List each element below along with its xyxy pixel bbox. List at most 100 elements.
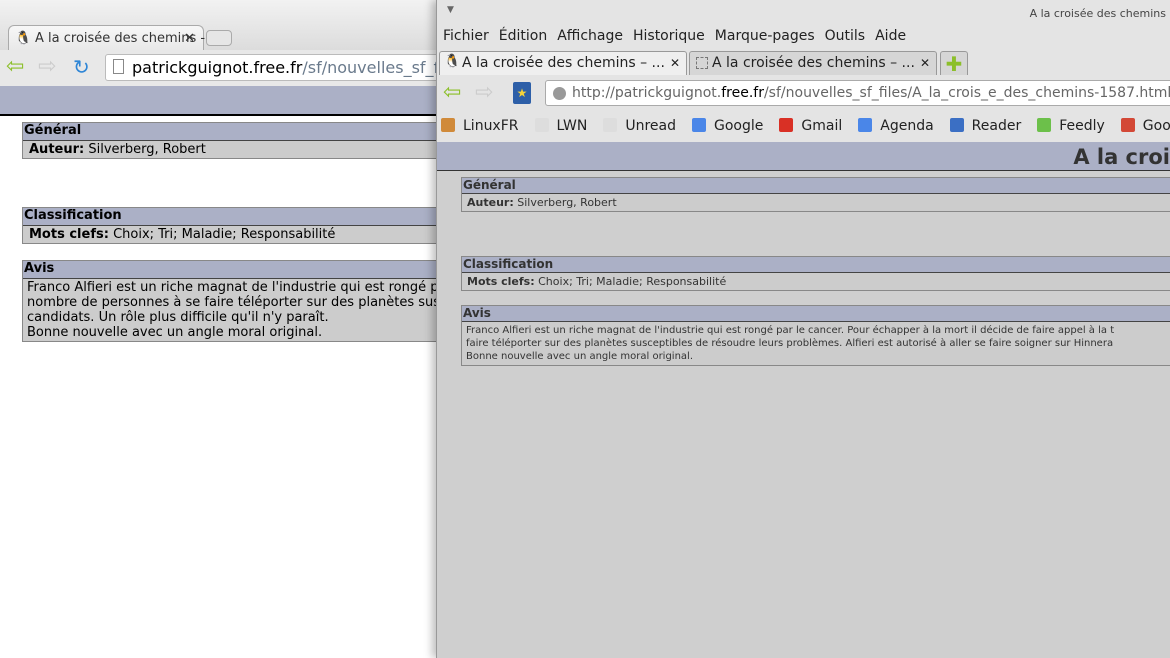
author-value: Silverberg, Robert xyxy=(517,196,617,209)
bookmark-reader[interactable]: Reader xyxy=(949,118,1030,134)
menu-outils[interactable]: Outils xyxy=(825,28,865,44)
bookmark-label: LinuxFR xyxy=(463,118,519,134)
menu-marque-pages[interactable]: Marque-pages xyxy=(715,28,815,44)
menu-affichage[interactable]: Affichage xyxy=(557,28,623,44)
bookmark-linuxfr[interactable]: LinuxFR xyxy=(441,118,527,134)
back-icon[interactable]: ⇦ xyxy=(443,80,461,105)
tux-favicon-icon: 🐧 xyxy=(444,54,461,69)
url-prefix: http://patrickguignot. xyxy=(572,85,722,101)
avis-line: Franco Alfieri est un riche magnat de l'… xyxy=(466,325,1115,336)
bookmark-favicon-icon xyxy=(1037,118,1052,132)
bookmark-favicon-icon xyxy=(534,118,549,132)
window-title: A la croisée des chemins xyxy=(1029,7,1166,20)
menu-historique[interactable]: Historique xyxy=(633,28,705,44)
bookmark-unread[interactable]: Unread xyxy=(603,118,684,134)
menu-aide[interactable]: Aide xyxy=(875,28,906,44)
avis-line: faire téléporter sur des planètes suscep… xyxy=(466,338,1114,349)
close-tab-icon[interactable]: ✕ xyxy=(920,56,930,70)
section-general: Général Auteur: Silverberg, Robert xyxy=(22,122,440,159)
bookmark-label: Google xyxy=(714,118,764,134)
author-value: Silverberg, Robert xyxy=(88,142,206,157)
bookmark-favicon-icon xyxy=(858,118,873,132)
bookmarks-bar: LinuxFR LWN Unread Google Gmail Agenda Reader F… xyxy=(441,118,1170,134)
avis-line: Bonne nouvelle avec un angle moral origi… xyxy=(466,351,694,362)
menu-bar: Fichier Édition Affichage Historique Marque-… xyxy=(443,28,916,44)
bookmark-favicon-icon xyxy=(779,118,794,132)
bookmark-label: LWN xyxy=(556,118,588,134)
url-host: patrickguignot.free.fr xyxy=(132,58,303,77)
page-icon xyxy=(113,59,124,74)
menu-fichier[interactable]: Fichier xyxy=(443,28,489,44)
bookmark-label: Google+ xyxy=(1142,118,1170,134)
close-tab-icon[interactable]: ✕ xyxy=(670,56,680,70)
bookmark-google-[interactable]: Google+ xyxy=(1120,118,1170,134)
bookmark-favicon-icon xyxy=(441,118,455,132)
section-title: Général xyxy=(23,123,440,141)
section-title: Avis xyxy=(462,306,1170,322)
keywords-value: Choix; Tri; Maladie; Responsabilité xyxy=(113,227,336,242)
address-bar[interactable]: patrickguignot.free.fr/sf/nouvelles_sf_f… xyxy=(105,54,440,81)
tab-active[interactable]: 🐧 A la croisée des chemins - ✕ xyxy=(8,25,206,51)
keywords-label: Mots clefs: xyxy=(467,275,535,288)
chrome-window: 🐧 A la croisée des chemins - ✕ ⇦ ⇨ ↻ pat… xyxy=(0,0,440,658)
forward-icon[interactable]: ⇨ xyxy=(38,54,56,79)
bookmark-label: Agenda xyxy=(880,118,934,134)
keywords-label: Mots clefs: xyxy=(29,227,109,242)
author-label: Auteur: xyxy=(467,196,514,209)
author-label: Auteur: xyxy=(29,142,85,157)
section-avis: Avis Franco Alfieri est un riche magnat … xyxy=(461,305,1170,366)
reload-icon[interactable]: ↻ xyxy=(73,55,90,79)
url-host: free.fr xyxy=(721,85,764,101)
section-title: Avis xyxy=(23,261,440,279)
keywords-value: Choix; Tri; Maladie; Responsabilité xyxy=(538,275,727,288)
page-heading: A la croi xyxy=(1073,145,1170,169)
tab-title: A la croisée des chemins – ... xyxy=(462,55,665,71)
url-path: /sf/nouvelles_sf_files/A_l xyxy=(302,58,440,77)
address-bar[interactable]: http://patrickguignot.free.fr/sf/nouvell… xyxy=(545,80,1170,106)
bookmark-google[interactable]: Google xyxy=(692,118,771,134)
section-general: Général Auteur: Silverberg, Robert xyxy=(461,177,1170,212)
page-header-band xyxy=(0,86,440,116)
avis-line: Bonne nouvelle avec un angle moral origi… xyxy=(27,325,323,340)
avis-line: candidats. Un rôle plus difficile qu'il … xyxy=(27,310,329,325)
bookmark-label: Feedly xyxy=(1059,118,1105,134)
bookmark-lwn[interactable]: LWN xyxy=(534,118,596,134)
menu-edition[interactable]: Édition xyxy=(499,28,547,44)
bookmark-feedly[interactable]: Feedly xyxy=(1037,118,1113,134)
bookmark-label: Gmail xyxy=(801,118,843,134)
globe-icon xyxy=(553,87,566,100)
bookmark-gmail[interactable]: Gmail xyxy=(779,118,850,134)
tux-favicon-icon: 🐧 xyxy=(15,31,32,46)
bookmark-favicon-icon xyxy=(949,118,964,132)
plus-icon: ✚ xyxy=(945,52,963,76)
tab-active[interactable]: 🐧 A la croisée des chemins – ... ✕ xyxy=(439,51,687,75)
avis-line: nombre de personnes à se faire téléporte… xyxy=(27,295,440,310)
bookmark-label: Reader xyxy=(971,118,1022,134)
tab-title: A la croisée des chemins - xyxy=(35,31,206,46)
section-classification: Classification Mots clefs: Choix; Tri; M… xyxy=(22,207,440,244)
close-tab-icon[interactable]: ✕ xyxy=(184,31,195,46)
bookmark-label: Unread xyxy=(625,118,677,134)
avis-line: Franco Alfieri est un riche magnat de l'… xyxy=(27,280,440,295)
forward-icon[interactable]: ⇨ xyxy=(475,80,493,105)
bookmarks-icon[interactable]: ★ xyxy=(513,82,531,104)
tab-inactive[interactable]: A la croisée des chemins – ... ✕ xyxy=(689,51,937,75)
section-avis: Avis Franco Alfieri est un riche magnat … xyxy=(22,260,440,342)
section-title: Classification xyxy=(23,208,440,226)
bookmark-agenda[interactable]: Agenda xyxy=(858,118,941,134)
bookmark-favicon-icon xyxy=(1120,118,1135,132)
blank-favicon-icon xyxy=(696,57,708,69)
new-tab-button[interactable]: ✚ xyxy=(940,51,968,76)
window-menu-icon[interactable]: ▼ xyxy=(447,5,454,15)
page-header-band xyxy=(437,142,1170,171)
new-tab-button[interactable] xyxy=(206,30,232,46)
url-path: /sf/nouvelles_sf_files/A_la_crois_e_des_… xyxy=(763,85,1170,101)
back-icon[interactable]: ⇦ xyxy=(6,54,24,79)
firefox-window: ▼ A la croisée des chemins Fichier Éditio… xyxy=(436,0,1170,658)
tab-title: A la croisée des chemins – ... xyxy=(712,55,915,71)
section-title: Général xyxy=(462,178,1170,194)
bookmark-favicon-icon xyxy=(692,118,707,132)
bookmark-favicon-icon xyxy=(603,118,618,132)
section-title: Classification xyxy=(462,257,1170,273)
section-classification: Classification Mots clefs: Choix; Tri; M… xyxy=(461,256,1170,291)
